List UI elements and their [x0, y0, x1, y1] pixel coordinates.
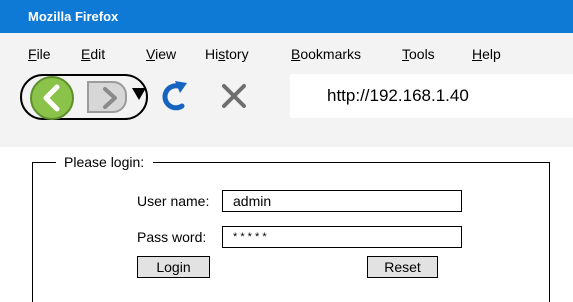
url-bar[interactable]: http://192.168.1.40 — [290, 74, 573, 118]
menu-bookmarks[interactable]: Bookmarks — [291, 46, 361, 62]
menu-history[interactable]: History — [205, 46, 249, 62]
forward-arrow-icon — [103, 87, 117, 109]
password-label: Pass word: — [137, 229, 207, 245]
menu-help[interactable]: Help — [472, 46, 501, 62]
login-legend: Please login: — [56, 154, 154, 170]
menu-tools[interactable]: Tools — [402, 46, 435, 62]
reload-icon[interactable] — [158, 79, 188, 113]
menu-edit[interactable]: Edit — [81, 46, 105, 62]
username-label: User name: — [137, 193, 210, 209]
reset-button[interactable]: Reset — [367, 256, 438, 278]
menu-bar: File Edit View History Bookmarks Tools H… — [0, 33, 573, 73]
url-text: http://192.168.1.40 — [327, 86, 469, 105]
forward-button[interactable] — [87, 81, 127, 113]
username-field[interactable]: admin — [222, 190, 462, 212]
history-dropdown-icon[interactable] — [132, 88, 146, 100]
stop-icon[interactable] — [220, 82, 248, 110]
back-arrow-icon — [43, 84, 60, 112]
password-field[interactable]: * * * * * — [222, 226, 462, 248]
window-title: Mozilla Firefox — [28, 9, 119, 24]
login-button[interactable]: Login — [137, 256, 210, 278]
back-button[interactable] — [30, 76, 74, 120]
menu-view[interactable]: View — [146, 46, 176, 62]
menu-file[interactable]: File — [28, 46, 51, 62]
title-bar: Mozilla Firefox — [0, 0, 573, 33]
